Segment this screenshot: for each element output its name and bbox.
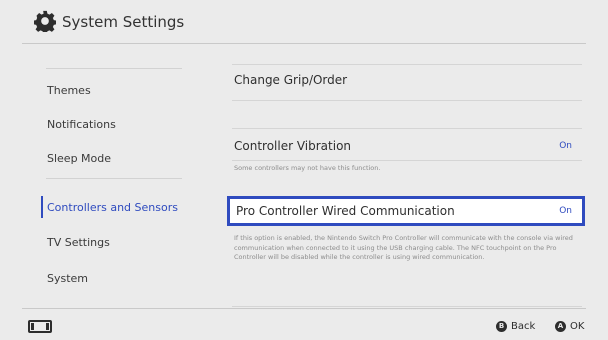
b-button-icon: B bbox=[496, 321, 507, 332]
selected-indicator bbox=[41, 196, 43, 218]
sidebar: Themes Notifications Sleep Mode Controll… bbox=[0, 44, 200, 308]
sidebar-item-themes[interactable]: Themes bbox=[47, 84, 91, 97]
footer: B Back A OK bbox=[0, 308, 608, 340]
settings-panel: Change Grip/Order Controller Vibration O… bbox=[222, 44, 588, 308]
row-divider bbox=[232, 64, 582, 65]
row-divider bbox=[232, 160, 582, 161]
gear-icon bbox=[34, 10, 56, 32]
footer-divider bbox=[22, 308, 586, 309]
back-button[interactable]: Back bbox=[511, 321, 535, 332]
sidebar-item-notifications[interactable]: Notifications bbox=[47, 118, 116, 131]
controller-vibration-note: Some controllers may not have this funct… bbox=[234, 164, 381, 172]
option-value: On bbox=[559, 206, 572, 216]
option-label: Pro Controller Wired Communication bbox=[236, 204, 455, 218]
sidebar-divider bbox=[46, 68, 182, 69]
page-title: System Settings bbox=[62, 13, 185, 31]
change-grip-order-option[interactable]: Change Grip/Order bbox=[234, 73, 347, 87]
pro-controller-wired-communication-option[interactable]: Pro Controller Wired Communication On bbox=[227, 196, 585, 226]
row-divider bbox=[232, 306, 582, 307]
sidebar-item-tv-settings[interactable]: TV Settings bbox=[47, 236, 110, 249]
row-divider bbox=[232, 100, 582, 101]
sidebar-item-controllers-and-sensors[interactable]: Controllers and Sensors bbox=[47, 201, 178, 214]
ok-button[interactable]: OK bbox=[570, 321, 584, 332]
sidebar-item-sleep-mode[interactable]: Sleep Mode bbox=[47, 152, 111, 165]
controller-vibration-option[interactable]: Controller Vibration bbox=[234, 139, 351, 153]
controller-vibration-value: On bbox=[559, 141, 572, 151]
row-divider bbox=[232, 128, 582, 129]
sidebar-item-system[interactable]: System bbox=[47, 272, 88, 285]
a-button-icon: A bbox=[555, 321, 566, 332]
sidebar-divider bbox=[46, 178, 182, 179]
header: System Settings bbox=[0, 0, 608, 44]
pro-controller-wired-note: If this option is enabled, the Nintendo … bbox=[234, 234, 573, 261]
controller-icon bbox=[28, 320, 52, 333]
